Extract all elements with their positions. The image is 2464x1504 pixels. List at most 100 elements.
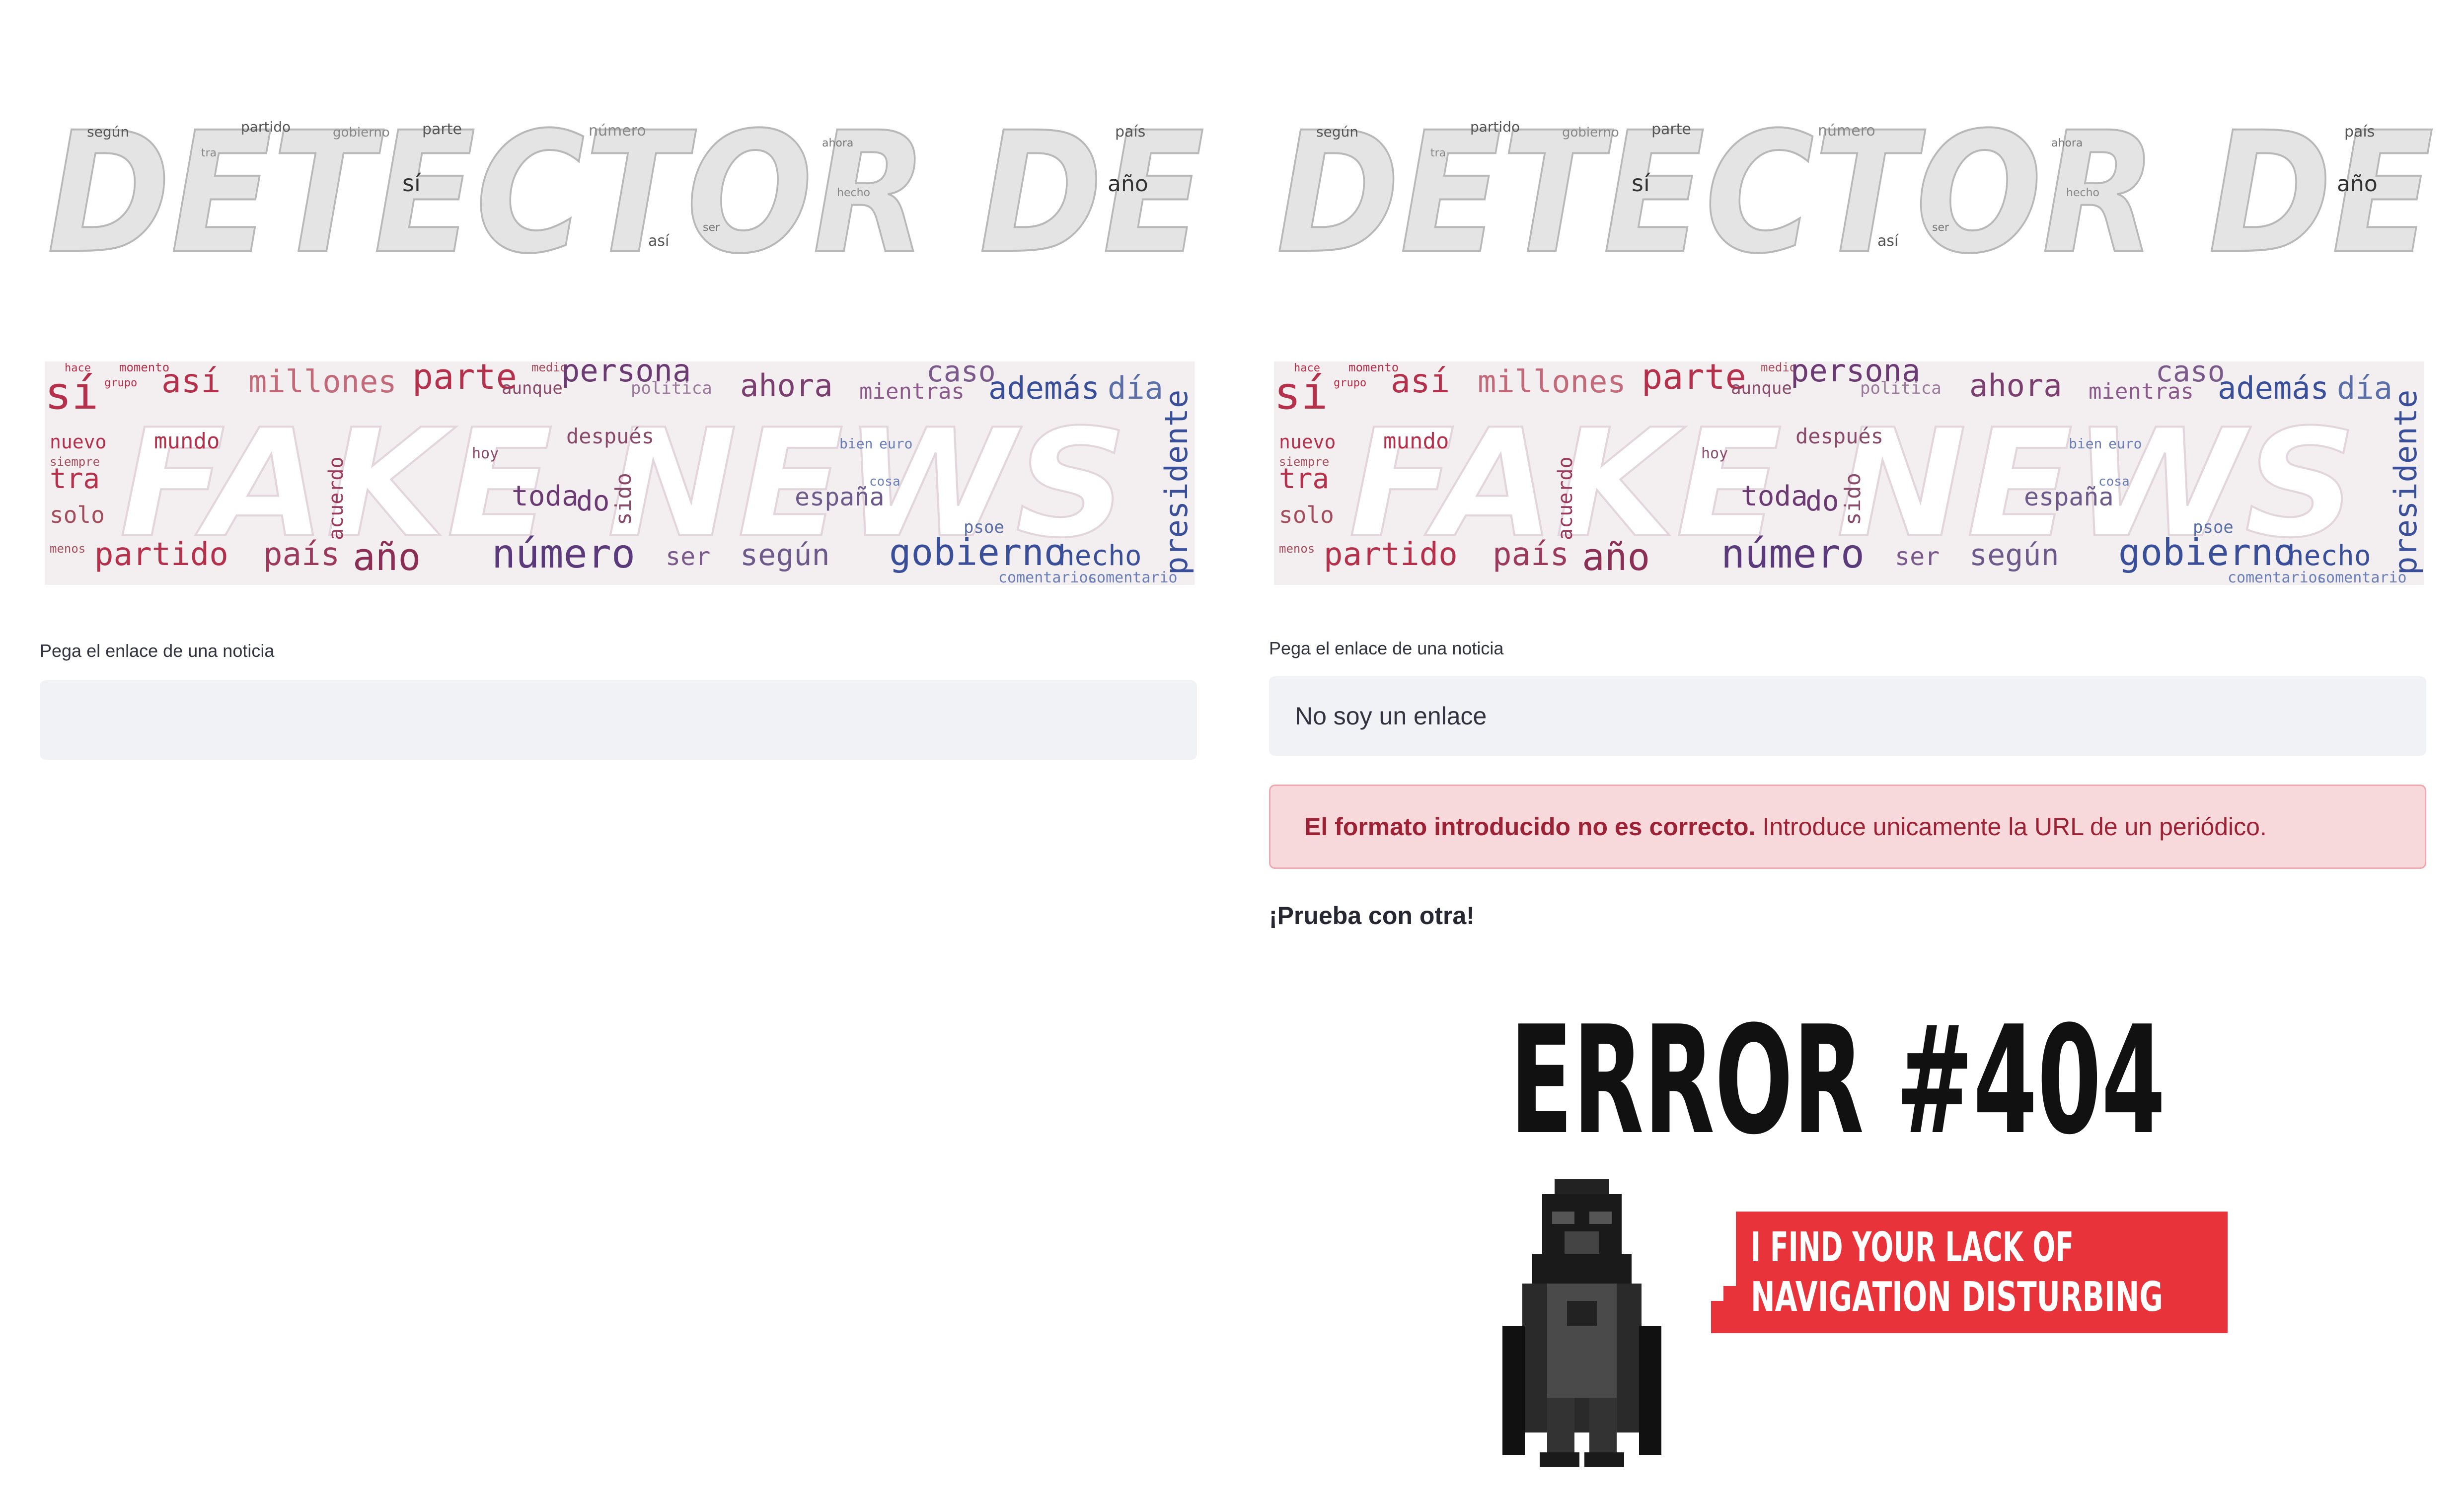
cloud-word: ahora xyxy=(822,137,853,149)
cloud-word: partido xyxy=(94,536,228,573)
right-panel: DETECTOR DE según partido gobierno parte… xyxy=(1264,0,2464,1504)
cloud-word: siempre xyxy=(50,455,100,469)
cloud-word: según xyxy=(1969,538,2059,573)
cloud-word: hace xyxy=(65,362,91,374)
cloud-word: mundo xyxy=(154,429,220,454)
banner-line-2: NAVIGATION DISTURBING xyxy=(1751,1274,2163,1321)
cloud-word: país xyxy=(1493,536,1569,573)
cloud-word: hecho xyxy=(1058,540,1142,572)
retry-message: ¡Prueba con otra! xyxy=(1269,902,1475,930)
cloud-word: número xyxy=(1721,531,1865,577)
cloud-word: así xyxy=(1877,232,1899,250)
fake-news-cloud-image: FAKE NEWS sí así millones parte tra solo… xyxy=(1274,361,2424,585)
banner-line-1: I FIND YOUR LACK OF xyxy=(1751,1224,2074,1271)
news-link-input[interactable] xyxy=(1269,676,2426,756)
cloud-word: grupo xyxy=(1334,377,1366,389)
cloud-word: tra xyxy=(201,147,217,159)
banner: I FIND YOUR LACK OF NAVIGATION DISTURBIN… xyxy=(1711,1212,2228,1333)
cloud-word: día xyxy=(2337,370,2392,406)
cloud-word: número xyxy=(492,531,635,577)
cloud-word: hecho xyxy=(2066,187,2099,199)
cloud-word: además xyxy=(2218,370,2329,406)
cloud-word: día xyxy=(1108,370,1163,406)
cloud-word: aunque xyxy=(1731,378,1792,398)
fake-news-cloud-image: FAKE NEWS sí así millones parte tra solo… xyxy=(45,361,1195,585)
cloud-word: hecho xyxy=(2287,540,2371,572)
cloud-word: mundo xyxy=(1383,429,1449,454)
cloud-word: país xyxy=(2344,123,2375,141)
alert-bold-text: El formato introducido no es correcto. xyxy=(1304,813,1756,841)
cloud-word: gobierno xyxy=(333,125,390,140)
cloud-word: acuerdo xyxy=(325,456,348,540)
cloud-word: hoy xyxy=(472,445,499,462)
cloud-word: euro xyxy=(879,435,912,452)
cloud-word: sí xyxy=(402,170,421,197)
cloud-word: política xyxy=(1860,378,1941,398)
cloud-word: do xyxy=(576,485,609,517)
cloud-word: año xyxy=(353,535,421,579)
news-link-input[interactable] xyxy=(40,680,1197,760)
cloud-word: hoy xyxy=(1701,445,1728,462)
cloud-word: sí xyxy=(45,367,98,420)
cloud-word: momento xyxy=(119,361,169,374)
cloud-word: gobierno xyxy=(2118,531,2295,574)
cloud-word: así xyxy=(648,232,670,250)
cloud-word: hecho xyxy=(837,187,870,199)
cloud-word: país xyxy=(1115,123,1145,141)
format-error-alert: El formato introducido no es correcto. I… xyxy=(1269,785,2426,869)
cloud-word: gobierno xyxy=(1562,125,1619,140)
cloud-word: acuerdo xyxy=(1554,456,1577,540)
cloud-word: cosa xyxy=(2098,474,2130,489)
cloud-word: ser xyxy=(1895,542,1940,571)
cloud-word: tra xyxy=(1430,147,1446,159)
detector-title-image: DETECTOR DE según partido gobierno parte… xyxy=(1271,117,2436,266)
left-panel: DETECTOR DE según partido gobierno parte… xyxy=(35,0,1237,1504)
cloud-word: así xyxy=(161,362,221,400)
cloud-word: número xyxy=(1818,122,1875,140)
cloud-word: psoe xyxy=(2193,517,2234,537)
cloud-word: después xyxy=(1795,424,1883,448)
cloud-word: toda xyxy=(1741,480,1808,512)
alert-detail-text: Introduce unicamente la URL de un periód… xyxy=(1762,813,2267,841)
cloud-word: millones xyxy=(248,363,397,400)
cloud-word: grupo xyxy=(104,377,137,389)
cloud-word: según xyxy=(87,124,129,140)
cloud-word: comentario xyxy=(2317,569,2407,585)
cloud-word: año xyxy=(2337,171,2378,197)
cloud-word: cosa xyxy=(869,474,900,489)
cloud-word: ser xyxy=(703,221,720,234)
cloud-word: comentario xyxy=(1088,569,1178,585)
cloud-word: ser xyxy=(666,542,710,571)
error-404-image: ERROR #404 I FIND YOUR LACK OF NAVIGATIO… xyxy=(1493,1003,2238,1480)
cloud-word: psoe xyxy=(964,517,1004,537)
cloud-word: ahora xyxy=(2051,137,2083,149)
cloud-word: toda xyxy=(512,480,579,512)
cloud-word: según xyxy=(740,538,830,573)
detector-title-image: DETECTOR DE según partido gobierno parte… xyxy=(42,117,1207,266)
cloud-word: solo xyxy=(50,501,105,528)
cloud-word: después xyxy=(566,424,654,448)
cloud-word: número xyxy=(589,122,646,140)
cloud-word: ahora xyxy=(740,367,833,404)
cloud-word: millones xyxy=(1478,363,1626,400)
cloud-word: política xyxy=(631,378,712,398)
cloud-word: bien xyxy=(839,435,873,452)
cloud-word: siempre xyxy=(1279,455,1329,469)
cloud-word: partido xyxy=(241,119,291,135)
cloud-word: sí xyxy=(1632,170,1650,197)
cloud-word: momento xyxy=(1348,361,1399,374)
error-code-text: ERROR #404 xyxy=(1510,1003,2165,1167)
cloud-word: además xyxy=(988,370,1100,406)
cloud-word: sido xyxy=(611,473,636,525)
cloud-word: presidente xyxy=(1158,390,1195,575)
cloud-word: presidente xyxy=(2388,390,2424,575)
cloud-word: mientras xyxy=(859,379,965,404)
cloud-word: año xyxy=(1108,171,1148,197)
cloud-word: bien xyxy=(2069,435,2102,452)
cloud-word: menos xyxy=(1279,542,1315,556)
cloud-word: euro xyxy=(2108,435,2142,452)
cloud-word: gobierno xyxy=(889,531,1066,574)
cloud-word: comentarios xyxy=(2228,569,2326,585)
cloud-word: país xyxy=(263,536,340,573)
link-input-label: Pega el enlace de una noticia xyxy=(40,641,275,661)
